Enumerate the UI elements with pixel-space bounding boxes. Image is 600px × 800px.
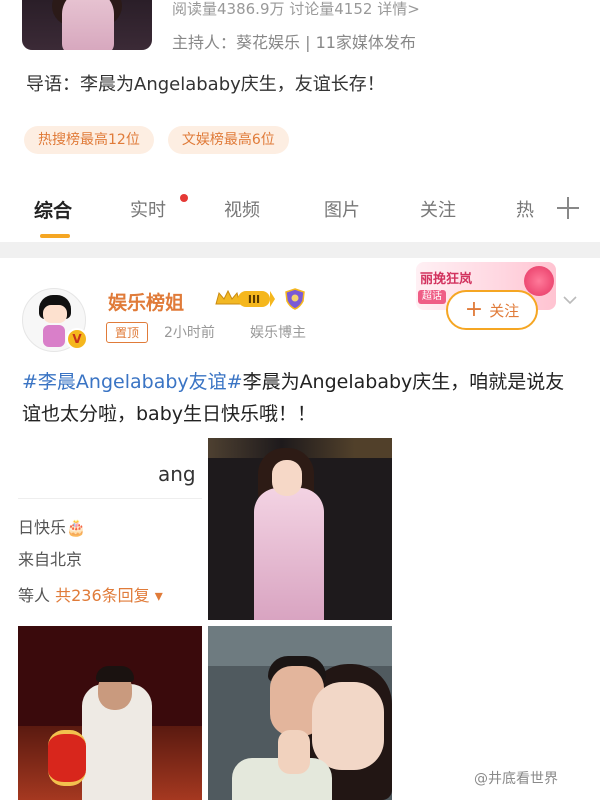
- tab-comprehensive[interactable]: 综合: [34, 196, 72, 223]
- chevron-down-icon[interactable]: [562, 292, 578, 308]
- tab-following[interactable]: 关注: [420, 196, 456, 222]
- post-image-4[interactable]: [208, 626, 392, 800]
- avatar-body: [43, 325, 65, 347]
- image4-woman-face: [312, 682, 384, 770]
- topic-thumbnail[interactable]: [22, 0, 152, 50]
- tab-images[interactable]: 图片: [324, 196, 360, 222]
- level-badge-text: III: [248, 293, 260, 306]
- thumbnail-figure: [62, 0, 114, 50]
- watermark: @井底看世界: [474, 771, 558, 787]
- image1-ang-text: ang: [158, 462, 196, 486]
- image2-dress: [254, 488, 324, 620]
- tab-video[interactable]: 视频: [224, 196, 260, 222]
- post-image-1[interactable]: ang 日快乐🎂 来自北京 等人 共236条回复 ▾: [18, 438, 202, 620]
- follow-button[interactable]: + 关注: [446, 290, 538, 330]
- rank-tag-entertainment[interactable]: 文娱榜最高6位: [167, 126, 289, 154]
- image1-reply-prefix: 等人: [18, 586, 51, 605]
- post-image-2[interactable]: [208, 438, 392, 620]
- username[interactable]: 娱乐榜姐: [108, 288, 184, 315]
- image1-line-location: 来自北京: [18, 550, 83, 569]
- section-divider: [0, 242, 600, 258]
- image1-reply-count: 共236条回复 ▾: [55, 586, 163, 605]
- avatar-face: [43, 305, 67, 323]
- promo-title: 丽挽狂岚: [420, 272, 473, 287]
- shield-icon: [285, 288, 305, 310]
- notification-dot: [180, 194, 188, 202]
- plus-icon: +: [464, 297, 484, 322]
- image1-line-replies: 等人 共236条回复 ▾: [18, 582, 163, 606]
- promo-tag: 超话: [418, 290, 446, 304]
- post-body: #李晨Angelababy友谊#李晨为Angelababy庆生，咱就是说友谊也太…: [22, 366, 582, 430]
- topic-guide: 导语：李晨为Angelababy庆生，友谊长存！: [26, 74, 385, 95]
- active-tab-indicator: [40, 234, 70, 238]
- post-source: 娱乐博主: [250, 325, 306, 341]
- tab-bar: 综合 实时 视频 图片 关注 热: [0, 190, 600, 242]
- peace-sign-hand: [278, 730, 310, 774]
- pinned-badge: 置顶: [106, 322, 149, 343]
- add-tab-plus-icon[interactable]: [556, 196, 580, 220]
- topic-stats[interactable]: 阅读量4386.9万 讨论量4152 详情>: [172, 0, 420, 18]
- flower-icon: [524, 266, 554, 296]
- post-image-3[interactable]: [18, 626, 202, 800]
- image2-face: [272, 460, 302, 496]
- image1-separator: [18, 498, 202, 499]
- lantern-icon: [48, 730, 86, 786]
- crown-level-badge: III: [215, 289, 275, 307]
- image3-hair: [96, 666, 134, 682]
- hashtag-link[interactable]: #李晨Angelababy友谊#: [22, 371, 243, 393]
- follow-label: 关注: [489, 301, 520, 320]
- tab-realtime[interactable]: 实时: [130, 196, 166, 222]
- verified-v-icon: V: [66, 328, 88, 350]
- tab-hot[interactable]: 热: [516, 196, 534, 222]
- topic-host: 主持人：葵花娱乐 | 11家媒体发布: [172, 33, 416, 52]
- image1-line-birthday: 日快乐🎂: [18, 518, 86, 537]
- post-time: 2小时前: [164, 325, 215, 341]
- rank-tags: 热搜榜最高12位 文娱榜最高6位: [24, 126, 289, 154]
- rank-tag-hot-search[interactable]: 热搜榜最高12位: [24, 126, 154, 154]
